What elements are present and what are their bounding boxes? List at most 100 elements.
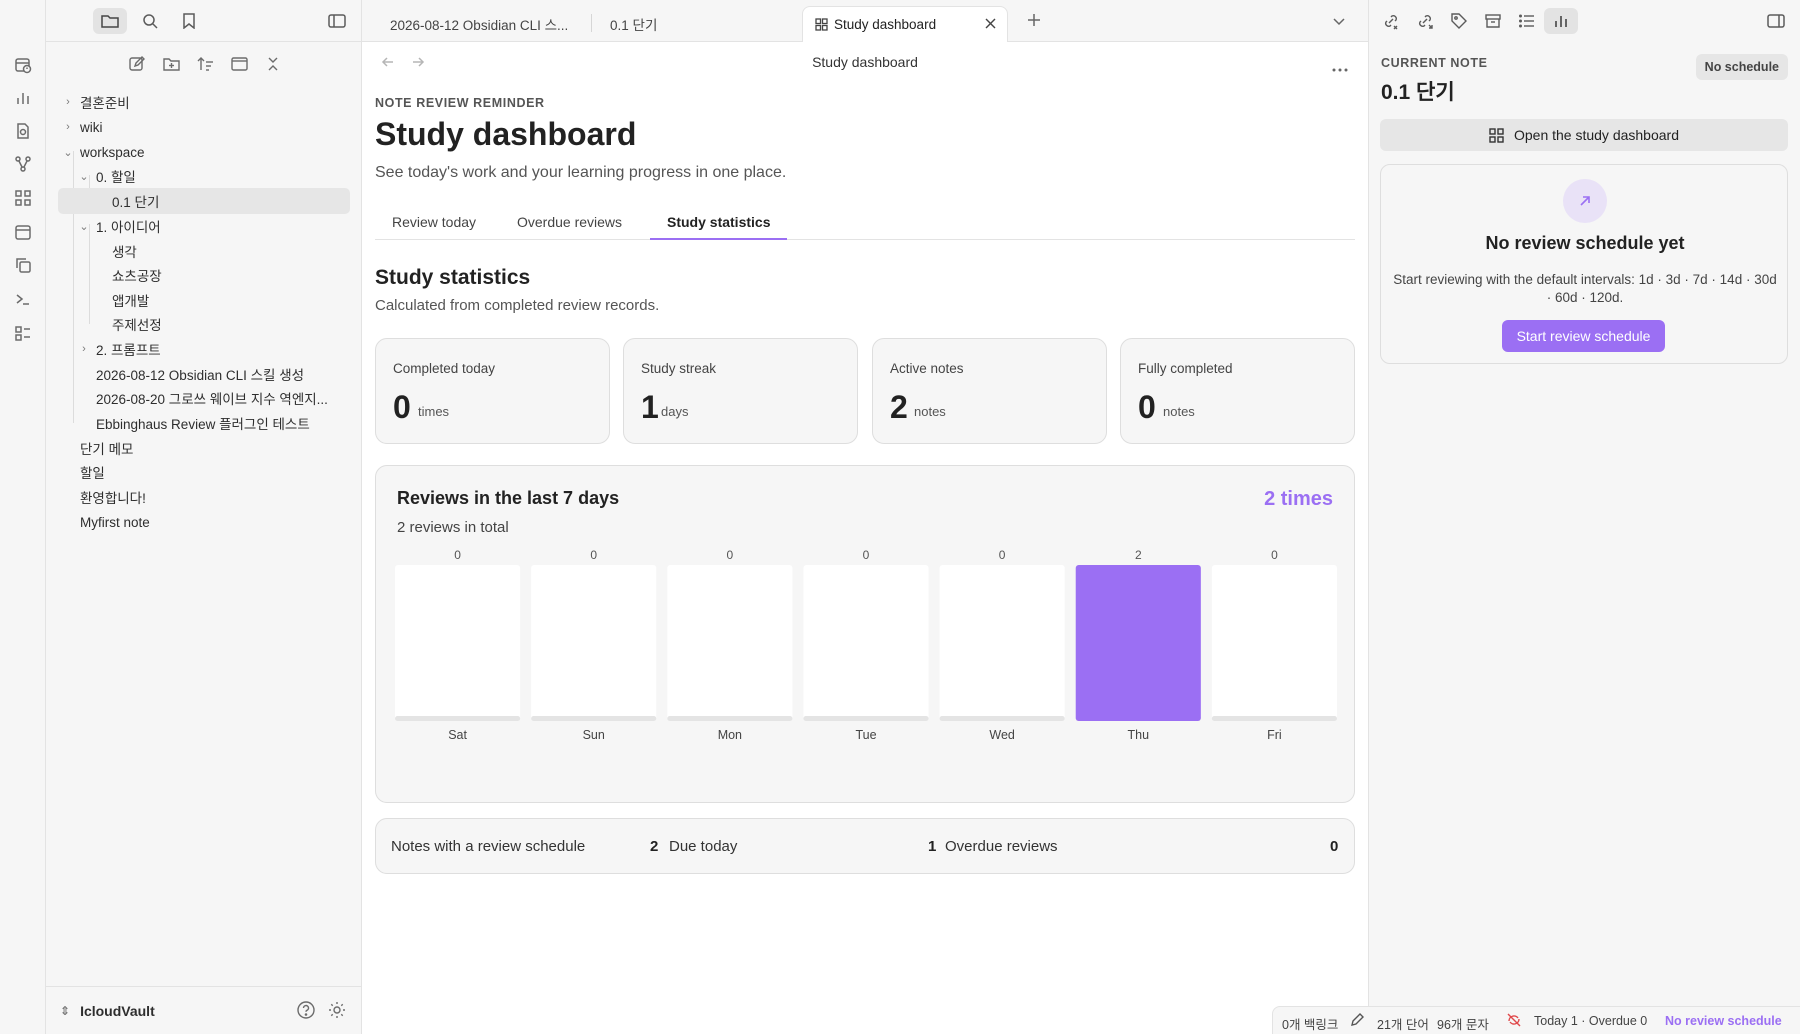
tree-file-selected[interactable]: 0.1 단기 [58, 188, 350, 214]
search-icon[interactable] [133, 8, 167, 34]
schedule-summary-bar: Notes with a review schedule 2 Due today… [375, 818, 1355, 874]
tree-file[interactable]: 단기 메모 [58, 435, 350, 461]
outgoing-links-icon[interactable] [1408, 8, 1442, 34]
tree-file[interactable]: 2026-08-12 Obsidian CLI 스킬 생성 [74, 361, 350, 387]
file-explorer-toolbar [46, 48, 362, 80]
tree-file[interactable]: Ebbinghaus Review 플러그인 테스트 [74, 410, 350, 436]
file-search-icon[interactable] [12, 120, 34, 142]
chevron-down-icon: ⌄ [79, 220, 89, 233]
reviews-chart-card: Reviews in the last 7 days 2 reviews in … [375, 465, 1355, 803]
settings-gear-icon[interactable] [327, 1000, 347, 1025]
main-editor-area: 2026-08-12 Obsidian CLI 스... 0.1 단기 Stud… [362, 0, 1368, 1034]
tree-item-label: 환영합니다! [80, 491, 146, 506]
bar-thu[interactable] [1075, 565, 1201, 721]
collapse-all-icon[interactable] [261, 52, 285, 76]
vault-name: IcloudVault [80, 1003, 155, 1019]
grid-icon[interactable] [12, 187, 34, 209]
summary-scheduled-value: 2 [650, 838, 659, 855]
stat-unit: times [418, 404, 450, 419]
new-folder-icon[interactable] [159, 52, 183, 76]
tree-file[interactable]: 할일 [58, 459, 350, 485]
folder-icon[interactable] [93, 8, 127, 34]
outline-list-icon[interactable] [1510, 8, 1544, 34]
x-tick-label: Sat [448, 728, 467, 742]
vault-footer: ⇕ IcloudVault [46, 986, 362, 1034]
calendar-clock-icon[interactable] [12, 54, 34, 76]
tab-list-chevron-down-icon[interactable] [1332, 14, 1346, 33]
current-note-label: CURRENT NOTE [1381, 56, 1488, 70]
summary-overdue-value: 0 [1330, 838, 1339, 855]
new-note-icon[interactable] [125, 52, 149, 76]
tree-file[interactable]: 환영합니다! [58, 484, 350, 510]
vault-switcher[interactable]: ⇕ IcloudVault [60, 1003, 155, 1019]
list-checks-icon[interactable] [12, 322, 34, 344]
bookmark-icon[interactable] [172, 8, 206, 34]
stat-value: 1 [641, 389, 659, 425]
help-icon[interactable] [296, 1000, 316, 1025]
tab-obsidian-cli[interactable]: 2026-08-12 Obsidian CLI 스... [378, 6, 580, 42]
new-tab-plus-icon[interactable] [1026, 12, 1042, 33]
arrow-up-right-icon [1563, 179, 1607, 223]
tree-file[interactable]: 주제선정 [90, 311, 350, 337]
bar-chart-icon[interactable] [12, 87, 34, 109]
open-study-dashboard-button[interactable]: Open the study dashboard [1380, 119, 1788, 151]
tree-file[interactable]: 생각 [90, 238, 350, 264]
sidebar-toggle-icon[interactable] [320, 8, 354, 34]
start-review-schedule-button[interactable]: Start review schedule [1502, 320, 1665, 352]
status-review-counts[interactable]: Today 1 · Overdue 0 [1534, 1014, 1647, 1028]
stat-label: Active notes [890, 361, 964, 376]
tree-item-label: 결혼준비 [80, 96, 130, 111]
tab-bar: 2026-08-12 Obsidian CLI 스... 0.1 단기 Stud… [362, 0, 1368, 42]
terminal-icon[interactable] [12, 288, 34, 310]
tree-item-label: 생각 [112, 245, 137, 260]
more-options-icon[interactable] [1332, 60, 1348, 78]
calendar-icon[interactable] [12, 221, 34, 243]
bar-baseline [939, 716, 1065, 721]
left-ribbon [0, 0, 46, 1034]
pencil-edit-icon[interactable] [1349, 1012, 1365, 1031]
section-subtitle: Calculated from completed review records… [375, 297, 660, 314]
tree-file[interactable]: Myfirst note [58, 509, 350, 535]
tree-file[interactable]: 쇼츠공장 [90, 262, 350, 288]
bar-track [1211, 565, 1337, 721]
tree-folder[interactable]: ⌄ workspace [58, 139, 350, 165]
summary-due-value: 1 [928, 838, 937, 855]
reviews-bar-chart: 0 Sat 0 Sun 0 Mon 0 Tue 0 Wed 2 Thu 0 Fri [395, 548, 1337, 742]
summary-overdue-label: Overdue reviews [945, 838, 1058, 855]
status-backlinks[interactable]: 0개 백링크 [1282, 1014, 1338, 1033]
file-explorer-sidebar: › 결혼준비 › wiki ⌄ workspace ⌄ 0. 할일 0.1 단기… [46, 0, 362, 1034]
tree-item-label: Ebbinghaus Review 플러그인 테스트 [96, 417, 310, 432]
sync-off-icon[interactable] [1506, 1012, 1522, 1031]
close-icon[interactable] [984, 17, 997, 30]
bar-value-label: 0 [1271, 548, 1278, 562]
tree-folder[interactable]: › wiki [58, 114, 350, 140]
tree-folder[interactable]: › 2. 프롬프트 [74, 336, 350, 362]
status-review-schedule[interactable]: No review schedule [1665, 1014, 1782, 1028]
copy-icon[interactable] [12, 254, 34, 276]
tree-folder[interactable]: ⌄ 1. 아이디어 [74, 213, 350, 239]
backlinks-icon[interactable] [1374, 8, 1408, 34]
tab-short-term[interactable]: 0.1 단기 [598, 6, 669, 42]
summary-scheduled-label: Notes with a review schedule [391, 838, 586, 855]
tag-icon[interactable] [1442, 8, 1476, 34]
bar-track [939, 565, 1065, 721]
tree-file[interactable]: 앱개발 [90, 287, 350, 313]
chevron-right-icon: › [82, 343, 86, 355]
tree-folder[interactable]: › 결혼준비 [58, 89, 350, 115]
right-sidebar-toggle-icon[interactable] [1759, 8, 1793, 34]
review-stats-bar-chart-icon[interactable] [1544, 8, 1578, 34]
status-char-count: 96개 문자 [1437, 1018, 1489, 1032]
tab-overdue-reviews[interactable]: Overdue reviews [500, 208, 639, 240]
tree-folder[interactable]: ⌄ 0. 할일 [74, 163, 350, 189]
chevron-right-icon: › [66, 96, 70, 108]
tree-file[interactable]: 2026-08-20 그로쓰 웨이브 지수 역엔지... [74, 385, 350, 411]
tab-study-dashboard[interactable]: Study dashboard [802, 6, 1008, 42]
right-sidebar-topbar [1369, 0, 1800, 42]
sort-icon[interactable] [193, 52, 217, 76]
graph-icon[interactable] [12, 153, 34, 175]
auto-reveal-icon[interactable] [227, 52, 251, 76]
archive-icon[interactable] [1476, 8, 1510, 34]
tab-review-today[interactable]: Review today [375, 208, 493, 240]
tab-study-statistics[interactable]: Study statistics [650, 208, 788, 240]
tree-item-label: 2. 프롬프트 [96, 343, 161, 358]
